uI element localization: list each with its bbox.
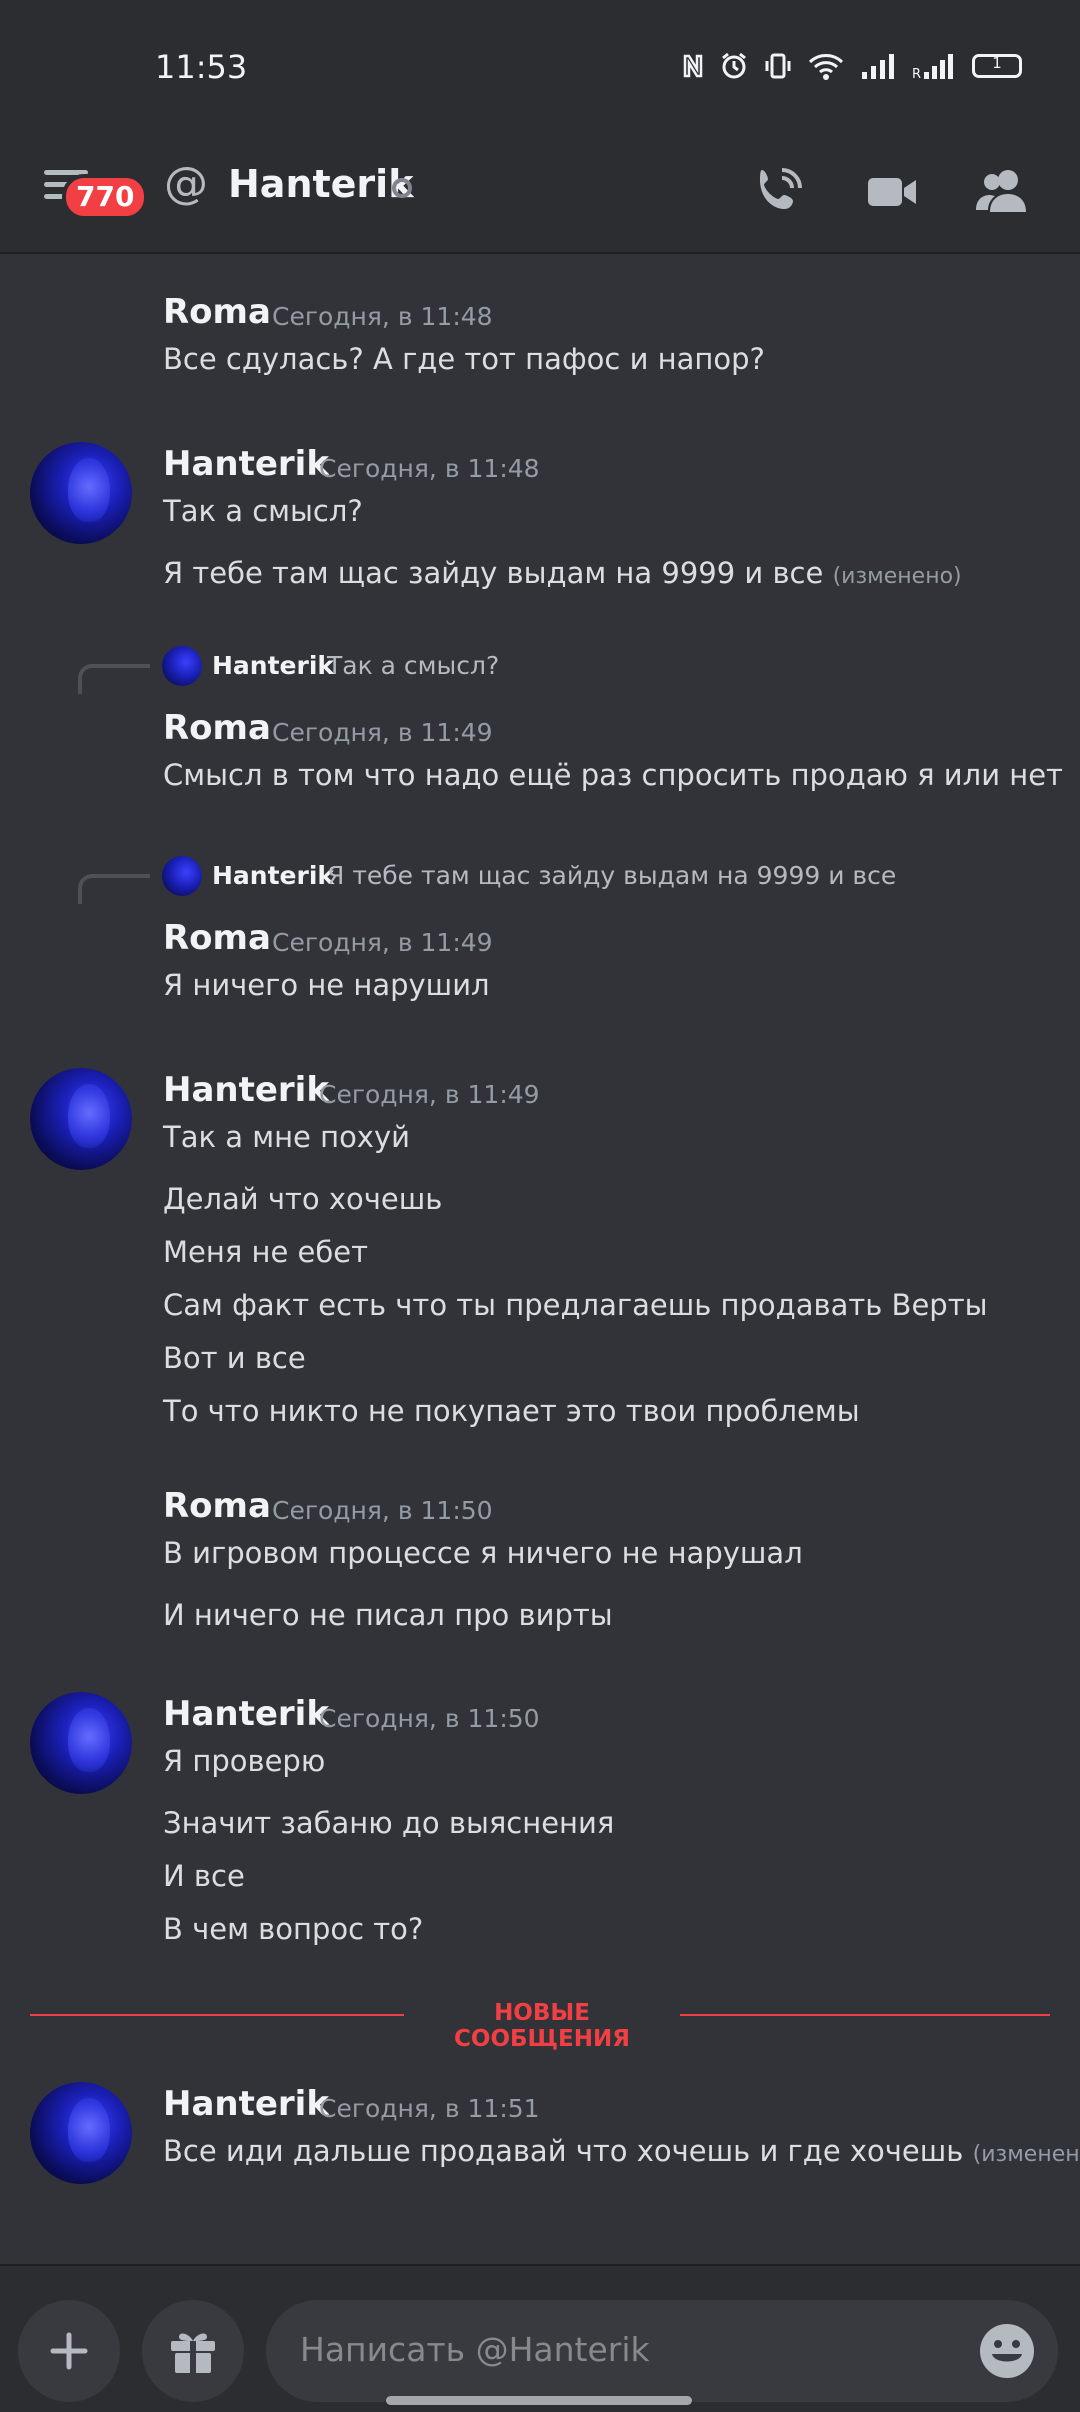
message-text[interactable]: Все иди дальше продавай что хочешь и где… <box>163 2134 1080 2168</box>
reply-connector <box>78 664 150 694</box>
message-timestamp: Сегодня, в 11:49 <box>272 928 493 957</box>
message-line: Я тебе там щас зайду выдам на 9999 и все <box>163 556 824 590</box>
plus-icon <box>50 2332 88 2370</box>
message-text[interactable]: И ничего не писал про вирты <box>163 1598 613 1632</box>
avatar[interactable] <box>30 2082 132 2184</box>
message-author[interactable]: Hanterik <box>163 1694 329 1734</box>
video-call-button[interactable] <box>860 160 924 224</box>
message-text[interactable]: Все сдулась? А где тот пафос и напор? <box>163 342 765 376</box>
message-text[interactable]: Вот и все <box>163 1341 306 1375</box>
message-author[interactable]: Roma <box>163 708 271 748</box>
message-text[interactable]: Я проверю <box>163 1744 325 1778</box>
channel-title[interactable]: Hanterik <box>228 162 413 206</box>
avatar[interactable] <box>30 1692 132 1794</box>
svg-text:R: R <box>912 67 921 80</box>
edited-label: (изменено) <box>832 564 962 589</box>
presence-offline-icon <box>392 178 412 198</box>
battery-level: 1 <box>992 54 1002 72</box>
message-timestamp: Сегодня, в 11:48 <box>319 454 540 483</box>
reply-avatar <box>162 646 202 686</box>
message-list[interactable]: Roma Сегодня, в 11:48 Все сдулась? А где… <box>0 256 1080 2184</box>
reply-author[interactable]: Hanterik <box>212 861 334 890</box>
home-indicator[interactable] <box>386 2396 692 2405</box>
composer-bar: Написать @Hanterik <box>0 2264 1080 2412</box>
message-author[interactable]: Hanterik <box>163 444 329 484</box>
edited-label: (изменено) <box>972 2142 1080 2167</box>
channel-header: 770 @ Hanterik <box>0 140 1080 254</box>
reply-author[interactable]: Hanterik <box>212 651 334 680</box>
message-author[interactable]: Hanterik <box>163 1070 329 1110</box>
reply-avatar <box>162 856 202 896</box>
message-timestamp: Сегодня, в 11:48 <box>272 302 493 331</box>
emoji-icon[interactable] <box>978 2322 1036 2380</box>
message-author[interactable]: Roma <box>163 918 271 958</box>
message-text[interactable]: Так а смысл? <box>163 494 363 528</box>
avatar[interactable] <box>30 1068 132 1170</box>
gift-icon <box>171 2333 215 2373</box>
battery-icon: 1 <box>972 54 1022 78</box>
status-icons: R 1 <box>682 52 1022 80</box>
people-icon <box>976 170 1026 212</box>
nfc-icon <box>683 54 703 78</box>
new-messages-label: НОВЫЕ СООБЩЕНИЯ <box>404 2000 680 2052</box>
message-timestamp: Сегодня, в 11:49 <box>272 718 493 747</box>
at-icon: @ <box>164 158 208 209</box>
message-text[interactable]: Делай что хочешь <box>163 1182 442 1216</box>
reply-preview[interactable]: Я тебе там щас зайду выдам на 9999 и все <box>327 861 896 890</box>
message-input-placeholder: Написать @Hanterik <box>300 2330 650 2369</box>
voice-call-button[interactable] <box>746 160 810 224</box>
signal-icon <box>862 54 894 79</box>
reply-connector <box>78 874 150 904</box>
wifi-icon <box>808 54 844 80</box>
message-text[interactable]: Меня не ебет <box>163 1235 368 1269</box>
message-timestamp: Сегодня, в 11:51 <box>319 2094 540 2123</box>
message-text[interactable]: Я ничего не нарушил <box>163 968 490 1002</box>
status-bar: 11:53 R 1 <box>0 0 1080 140</box>
message-text[interactable]: Сам факт есть что ты предлагаешь продава… <box>163 1288 988 1322</box>
message-author[interactable]: Roma <box>163 292 271 332</box>
message-text[interactable]: Я тебе там щас зайду выдам на 9999 и все… <box>163 556 962 590</box>
alarm-icon <box>722 52 746 79</box>
message-timestamp: Сегодня, в 11:50 <box>319 1704 540 1733</box>
message-input[interactable]: Написать @Hanterik <box>266 2300 1058 2402</box>
attach-button[interactable] <box>18 2300 120 2402</box>
message-text[interactable]: Значит забаню до выяснения <box>163 1806 614 1840</box>
message-timestamp: Сегодня, в 11:50 <box>272 1496 493 1525</box>
vibrate-icon <box>765 53 791 79</box>
message-text[interactable]: В игровом процессе я ничего не нарушал <box>163 1536 803 1570</box>
status-time: 11:53 <box>155 48 248 86</box>
video-camera-icon <box>868 178 916 206</box>
message-text[interactable]: И все <box>163 1859 245 1893</box>
phone-icon <box>760 168 802 209</box>
message-author[interactable]: Roma <box>163 1486 271 1526</box>
message-text[interactable]: В чем вопрос то? <box>163 1912 423 1946</box>
gift-button[interactable] <box>142 2300 244 2402</box>
message-text[interactable]: То что никто не покупает это твои пробле… <box>163 1394 860 1428</box>
message-text[interactable]: Смысл в том что надо ещё раз спросить пр… <box>163 758 1063 792</box>
signal-roaming-icon: R <box>912 54 953 80</box>
avatar[interactable] <box>30 442 132 544</box>
reply-preview[interactable]: Так а смысл? <box>327 651 499 680</box>
message-text[interactable]: Так а мне похуй <box>163 1120 410 1154</box>
unread-badge: 770 <box>62 174 149 220</box>
members-button[interactable] <box>970 160 1034 224</box>
message-timestamp: Сегодня, в 11:49 <box>319 1080 540 1109</box>
message-author[interactable]: Hanterik <box>163 2084 329 2124</box>
message-line: Все иди дальше продавай что хочешь и где… <box>163 2134 964 2168</box>
